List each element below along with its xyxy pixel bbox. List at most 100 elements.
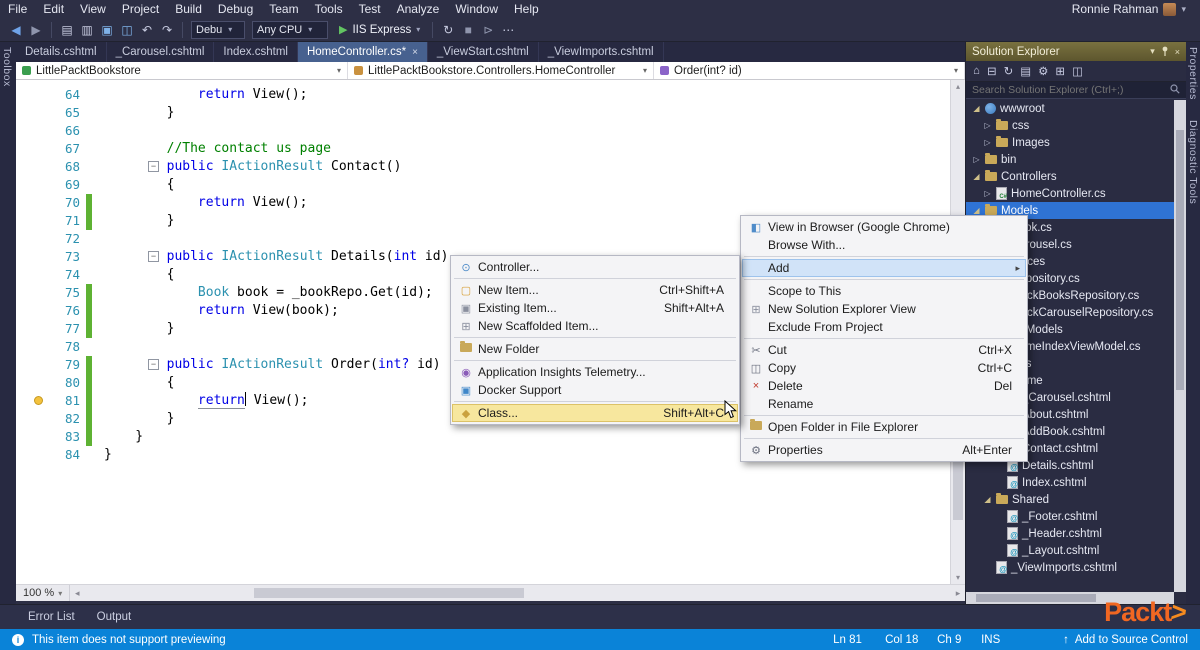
diagnostic-tools-tab[interactable]: Diagnostic Tools: [1186, 115, 1200, 209]
user-name[interactable]: Ronnie Rahman: [1072, 2, 1159, 16]
code-text[interactable]: }: [92, 104, 175, 122]
tree-item-viewimports-cshtml[interactable]: _ViewImports.cshtml: [966, 559, 1174, 576]
code-text[interactable]: − public IActionResult Order(int? id): [92, 356, 441, 374]
platform-dropdown[interactable]: Any CPU ▾: [252, 20, 328, 39]
code-text[interactable]: − public IActionResult Details(int id): [92, 248, 448, 266]
scrollbar-thumb[interactable]: [254, 588, 525, 598]
lightbulb-icon[interactable]: [34, 396, 43, 405]
menu-tools[interactable]: Tools: [307, 1, 351, 17]
step-icon[interactable]: ⊳: [478, 19, 498, 41]
code-text[interactable]: return View();: [92, 86, 308, 104]
tree-item-layout-cshtml[interactable]: _Layout.cshtml: [966, 542, 1174, 559]
code-text[interactable]: [92, 122, 104, 140]
pin-icon[interactable]: [1161, 46, 1169, 58]
tree-item-controllers[interactable]: ◢ Controllers: [966, 168, 1174, 185]
code-text[interactable]: //The contact us page: [92, 140, 331, 158]
menu-item-view-in-browser-google-chrome[interactable]: ◧ View in Browser (Google Chrome): [742, 218, 1026, 236]
tree-item-index-cshtml[interactable]: Index.cshtml: [966, 474, 1174, 491]
code-text[interactable]: return View(book);: [92, 302, 339, 320]
run-button[interactable]: ▶ IIS Express ▾: [332, 23, 427, 37]
scrollbar-thumb[interactable]: [976, 594, 1096, 602]
close-icon[interactable]: ×: [412, 47, 418, 58]
scroll-left-icon[interactable]: ◂: [70, 588, 84, 599]
pending-changes-icon[interactable]: ◫: [1072, 64, 1083, 78]
collapse-all-icon[interactable]: ⊟: [987, 64, 997, 78]
tree-item-wwwroot[interactable]: ◢ wwwroot: [966, 100, 1174, 117]
stop-icon[interactable]: ■: [458, 19, 478, 41]
expanded-arrow-icon[interactable]: ◢: [972, 172, 981, 181]
collapsed-arrow-icon[interactable]: ▷: [983, 189, 992, 198]
expanded-arrow-icon[interactable]: ◢: [972, 104, 981, 113]
home-icon[interactable]: ⌂: [973, 65, 980, 77]
menu-debug[interactable]: Debug: [210, 1, 261, 17]
breadcrumb-method[interactable]: Order(int? id) ▾: [654, 62, 965, 79]
forward-icon[interactable]: ▶: [26, 19, 46, 41]
code-line[interactable]: 64 return View();: [16, 86, 950, 104]
code-text[interactable]: {: [92, 176, 175, 194]
search-input[interactable]: [972, 84, 1170, 96]
toolbox-tab[interactable]: Toolbox: [0, 42, 14, 92]
menu-item-new-scaffolded-item[interactable]: ⊞ New Scaffolded Item...: [452, 317, 738, 335]
code-line[interactable]: 66: [16, 122, 950, 140]
code-text[interactable]: }: [92, 428, 143, 446]
tree-item-images[interactable]: ▷ Images: [966, 134, 1174, 151]
menu-item-rename[interactable]: Rename: [742, 395, 1026, 413]
menu-build[interactable]: Build: [167, 1, 210, 17]
code-text[interactable]: {: [92, 374, 175, 392]
user-avatar[interactable]: [1163, 2, 1177, 16]
tab-index-cshtml[interactable]: Index.cshtml: [214, 42, 298, 62]
tab-carousel-cshtml[interactable]: _Carousel.cshtml: [107, 42, 215, 62]
sync-with-active-document-icon[interactable]: ↻: [1004, 64, 1014, 78]
menu-item-delete[interactable]: × Delete Del: [742, 377, 1026, 395]
new-file-icon[interactable]: ▤: [57, 19, 77, 41]
breadcrumb-class[interactable]: LittlePacktBookstore.Controllers.HomeCon…: [348, 62, 654, 79]
collapse-outline-icon[interactable]: −: [148, 251, 159, 262]
code-text[interactable]: return View();: [92, 392, 309, 410]
code-text[interactable]: return View();: [92, 194, 308, 212]
code-text[interactable]: }: [92, 410, 175, 428]
code-line[interactable]: 67 //The contact us page: [16, 140, 950, 158]
close-icon[interactable]: ×: [1175, 47, 1180, 57]
save-icon[interactable]: ▣: [97, 19, 117, 41]
menu-item-controller[interactable]: ⊙ Controller...: [452, 258, 738, 276]
code-text[interactable]: }: [92, 212, 175, 230]
code-text[interactable]: [92, 230, 104, 248]
menu-item-browse-with[interactable]: Browse With...: [742, 236, 1026, 254]
properties-icon[interactable]: ⚙: [1038, 64, 1048, 78]
tree-item-bin[interactable]: ▷ bin: [966, 151, 1174, 168]
tree-item-footer-cshtml[interactable]: _Footer.cshtml: [966, 508, 1174, 525]
code-line[interactable]: 70 return View();: [16, 194, 950, 212]
tab-error-list[interactable]: Error List: [28, 611, 75, 623]
menu-item-copy[interactable]: ◫ Copy Ctrl+C: [742, 359, 1026, 377]
expanded-arrow-icon[interactable]: ◢: [983, 495, 992, 504]
menu-item-application-insights-telemetry[interactable]: ◉ Application Insights Telemetry...: [452, 363, 738, 381]
collapsed-arrow-icon[interactable]: ▷: [983, 138, 992, 147]
menu-analyze[interactable]: Analyze: [389, 1, 448, 17]
back-icon[interactable]: ◀: [6, 19, 26, 41]
tree-item-header-cshtml[interactable]: _Header.cshtml: [966, 525, 1174, 542]
menu-item-new-item[interactable]: ▢ New Item... Ctrl+Shift+A: [452, 281, 738, 299]
menu-item-new-solution-explorer-view[interactable]: ⊞ New Solution Explorer View: [742, 300, 1026, 318]
menu-item-open-folder-in-file-explorer[interactable]: Open Folder in File Explorer: [742, 418, 1026, 436]
scroll-down-icon[interactable]: ▾: [951, 573, 965, 582]
scrollbar-track[interactable]: [84, 585, 951, 601]
add-to-source-control-button[interactable]: ↑ Add to Source Control: [1063, 634, 1188, 646]
menu-item-add[interactable]: Add ▸: [742, 259, 1026, 277]
tree-item-homecontroller-cs[interactable]: ▷ HomeController.cs: [966, 185, 1174, 202]
menu-item-class[interactable]: ◆ Class... Shift+Alt+C: [452, 404, 738, 422]
chevron-down-icon[interactable]: ▾: [1150, 46, 1155, 57]
code-text[interactable]: − public IActionResult Contact(): [92, 158, 401, 176]
redo-icon[interactable]: ↷: [157, 19, 177, 41]
solution-explorer-header[interactable]: Solution Explorer ▾ ×: [966, 42, 1186, 61]
menu-item-properties[interactable]: ⚙ Properties Alt+Enter: [742, 441, 1026, 459]
collapsed-arrow-icon[interactable]: ▷: [983, 121, 992, 130]
menu-item-exclude-from-project[interactable]: Exclude From Project: [742, 318, 1026, 336]
collapse-outline-icon[interactable]: −: [148, 161, 159, 172]
tree-item-shared[interactable]: ◢ Shared: [966, 491, 1174, 508]
tab-details-cshtml[interactable]: Details.cshtml: [16, 42, 107, 62]
menu-window[interactable]: Window: [447, 1, 506, 17]
tab-homecontroller-cs[interactable]: HomeController.cs* ×: [297, 42, 428, 62]
user-area[interactable]: Ronnie Rahman ▾: [1072, 2, 1200, 16]
code-text[interactable]: }: [92, 320, 175, 338]
expanded-arrow-icon[interactable]: ◢: [972, 206, 981, 215]
